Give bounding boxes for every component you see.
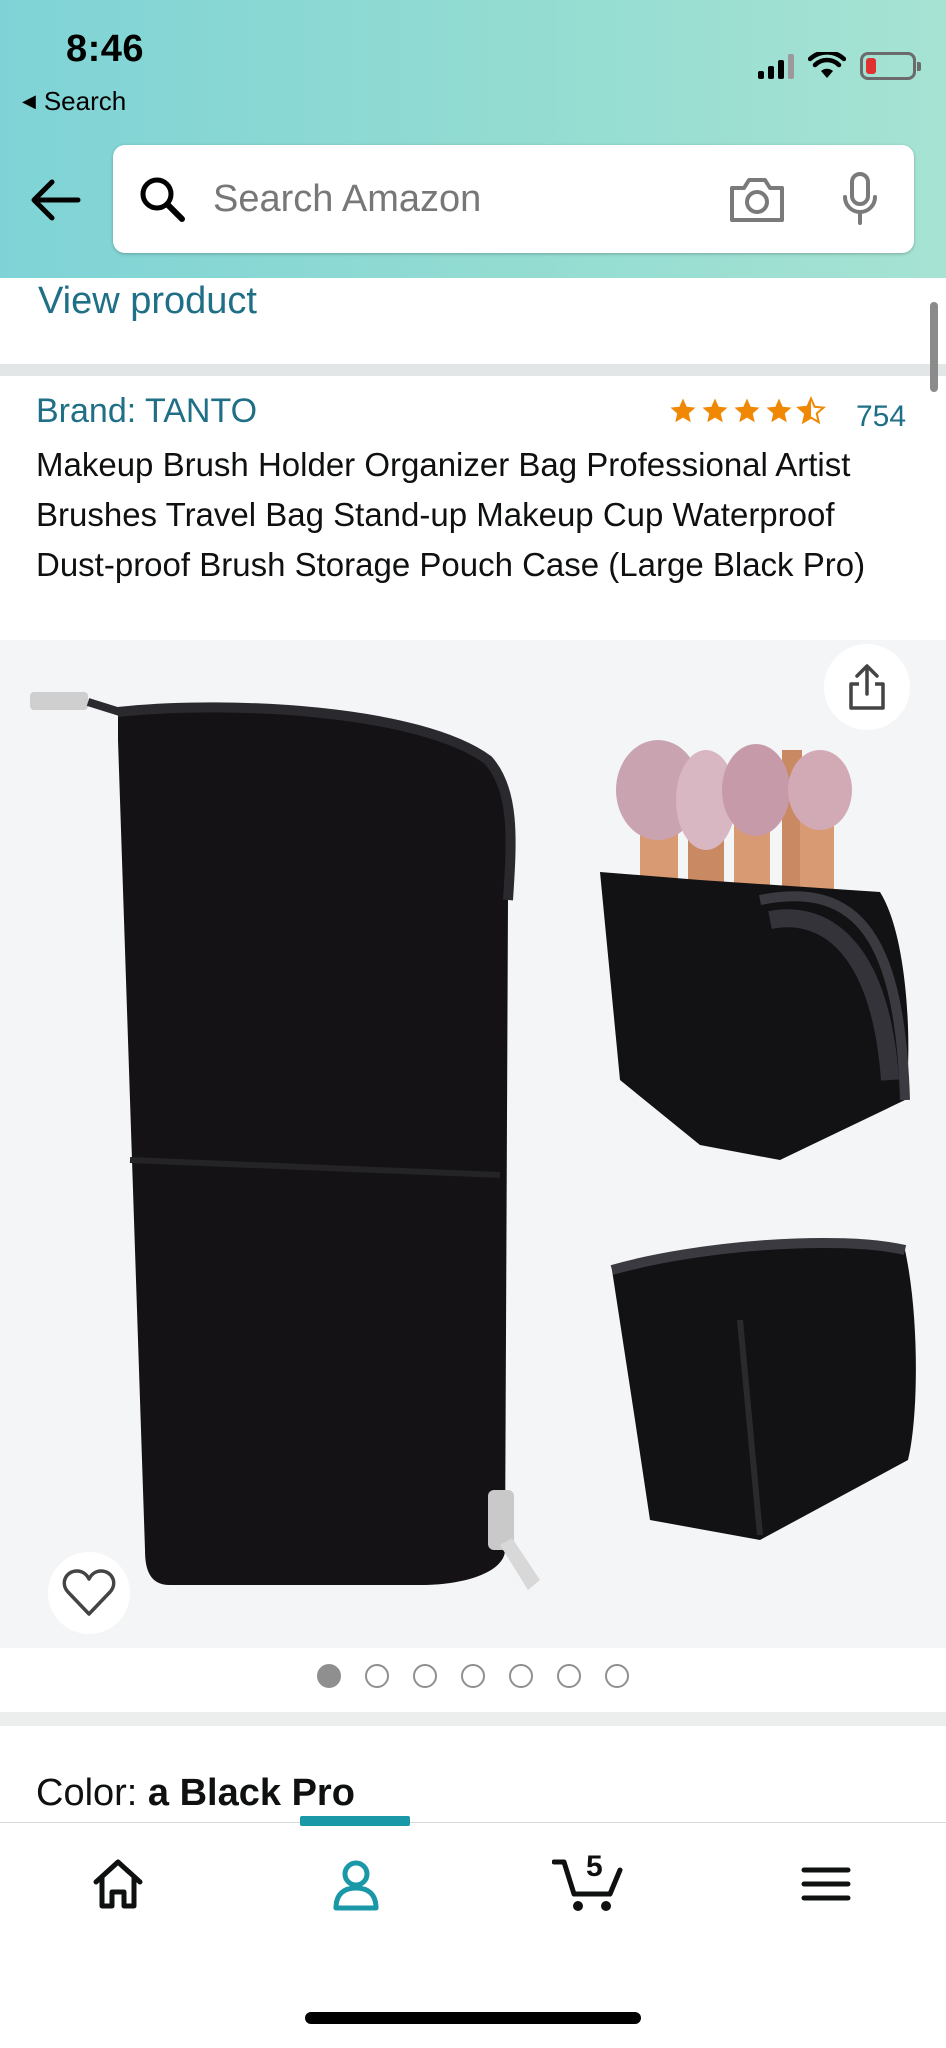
star-full-icon	[702, 398, 728, 423]
menu-icon[interactable]	[796, 1854, 856, 1914]
mic-icon[interactable]	[840, 171, 880, 227]
back-triangle-icon: ◀	[22, 91, 36, 111]
view-product-link[interactable]: View product	[38, 280, 257, 323]
status-icons	[758, 52, 921, 80]
carousel-dot[interactable]	[605, 1664, 629, 1688]
search-icon	[140, 177, 185, 222]
home-icon[interactable]	[88, 1854, 148, 1914]
color-label: Color:	[36, 1772, 148, 1814]
divider	[0, 364, 946, 376]
carousel-dot[interactable]	[557, 1664, 581, 1688]
carousel-dot[interactable]	[317, 1664, 341, 1688]
heart-icon	[62, 1569, 116, 1616]
star-rating[interactable]	[668, 396, 826, 426]
color-value: a Black Pro	[147, 1772, 355, 1814]
battery-icon	[860, 52, 921, 80]
carousel-dot[interactable]	[413, 1664, 437, 1688]
star-full-icon	[734, 398, 760, 423]
home-indicator	[305, 2012, 641, 2024]
wifi-icon	[808, 52, 846, 78]
search-input[interactable]: Search Amazon	[213, 178, 728, 221]
back-to-search-label: Search	[43, 86, 127, 116]
scroll-indicator	[930, 302, 938, 392]
back-arrow-icon[interactable]	[28, 172, 84, 228]
wishlist-button[interactable]	[48, 1552, 130, 1634]
carousel-dot[interactable]	[365, 1664, 389, 1688]
camera-icon[interactable]	[728, 174, 786, 224]
star-full-icon	[766, 398, 792, 423]
carousel-dot[interactable]	[509, 1664, 533, 1688]
brand-link[interactable]: Brand: TANTO	[36, 392, 257, 431]
cart-count-badge: 5	[586, 1850, 603, 1883]
divider	[0, 1712, 946, 1726]
color-selection: Color: a Black Pro	[36, 1772, 355, 1815]
carousel-dot[interactable]	[461, 1664, 485, 1688]
share-button[interactable]	[824, 644, 910, 730]
rating-count-link[interactable]: 754	[856, 400, 906, 434]
product-title: Makeup Brush Holder Organizer Bag Profes…	[36, 446, 866, 583]
active-tab-indicator	[300, 1816, 410, 1826]
star-half-icon	[796, 396, 826, 425]
carousel-dots[interactable]	[0, 1664, 946, 1688]
share-icon	[849, 664, 885, 710]
star-full-icon	[670, 398, 696, 423]
back-to-search-link[interactable]: ◀ Search	[22, 86, 126, 117]
status-time: 8:46	[66, 28, 145, 70]
account-icon[interactable]	[326, 1854, 386, 1914]
product-image	[30, 692, 916, 1590]
search-bar[interactable]: Search Amazon	[113, 145, 914, 253]
cellular-signal-icon	[758, 53, 794, 79]
